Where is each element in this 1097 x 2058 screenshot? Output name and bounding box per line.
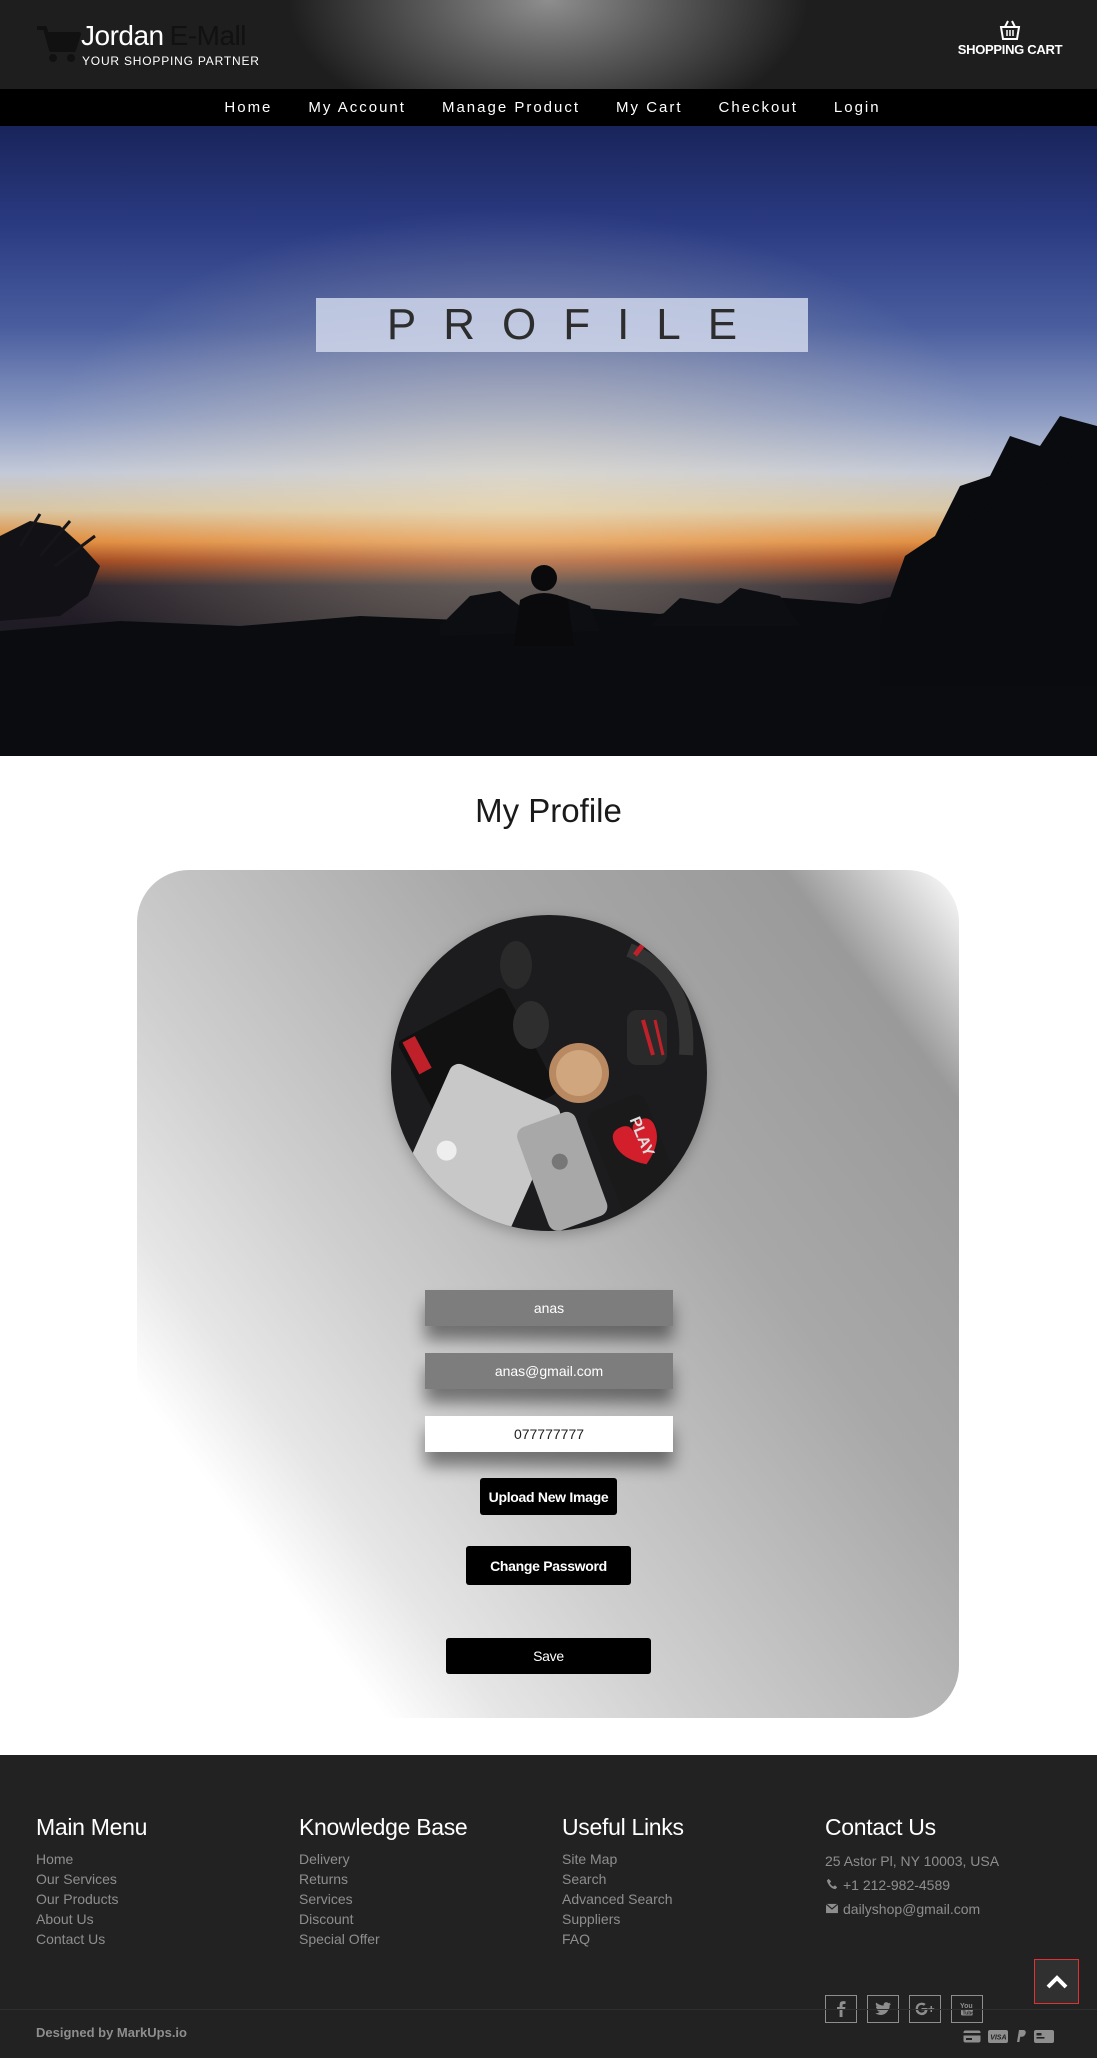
footer-link-site-map[interactable]: Site Map	[562, 1849, 684, 1869]
designed-by-credit[interactable]: Designed by MarkUps.io	[36, 2025, 187, 2040]
footer-knowledge-base: Knowledge Base Delivery Returns Services…	[299, 1814, 468, 1949]
hero-title: PROFILE	[386, 300, 765, 349]
footer-link-discount[interactable]: Discount	[299, 1909, 467, 1929]
contact-phone: +1 212-982-4589	[843, 1877, 951, 1893]
brand-name: Jordan E-Mall	[81, 20, 246, 52]
footer-link-our-services[interactable]: Our Services	[36, 1869, 147, 1889]
footer-link-special-offer[interactable]: Special Offer	[299, 1929, 467, 1949]
payment-icons: VISA	[963, 2029, 1054, 2043]
footer-heading: Main Menu	[36, 1814, 148, 1840]
footer-link-services[interactable]: Services	[299, 1889, 467, 1909]
nav-item-my-cart[interactable]: My Cart	[616, 99, 683, 116]
footer-main-menu: Main Menu Home Our Services Our Products…	[36, 1814, 147, 1949]
nav-item-checkout[interactable]: Checkout	[719, 99, 798, 116]
hero-banner: PROFILE	[0, 126, 1097, 756]
nav-item-login[interactable]: Login	[834, 99, 881, 116]
hero-title-box: PROFILE	[316, 298, 808, 352]
footer-link-faq[interactable]: FAQ	[562, 1929, 684, 1949]
footer-useful-links: Useful Links Site Map Search Advanced Se…	[562, 1814, 684, 1949]
footer-link-contact-us[interactable]: Contact Us	[36, 1929, 147, 1949]
brand-tagline: YOUR SHOPPING PARTNER	[82, 54, 260, 68]
scroll-to-top-button[interactable]	[1034, 1959, 1079, 2004]
footer-heading: Contact Us	[825, 1814, 936, 1840]
username-field[interactable]	[425, 1290, 673, 1326]
main-nav: Home My Account Manage Product My Cart C…	[0, 89, 1097, 126]
nav-item-manage-product[interactable]: Manage Product	[442, 99, 580, 116]
footer-link-home[interactable]: Home	[36, 1849, 147, 1869]
footer-link-advanced-search[interactable]: Advanced Search	[562, 1889, 684, 1909]
envelope-icon	[825, 1903, 839, 1914]
footer-link-returns[interactable]: Returns	[299, 1869, 467, 1889]
contact-email-line[interactable]: dailyshop@gmail.com	[825, 1897, 1075, 1921]
profile-card: PLAY Upload New Image Change Password Sa…	[137, 870, 959, 1718]
site-logo[interactable]: Jordan E-Mall YOUR SHOPPING PARTNER	[36, 18, 336, 74]
page-title: My Profile	[475, 792, 622, 829]
chevron-up-icon	[1046, 1974, 1067, 1988]
shopping-cart-link[interactable]: SHOPPING CART	[955, 20, 1065, 66]
footer-link-about-us[interactable]: About Us	[36, 1909, 147, 1929]
contact-phone-line: +1 212-982-4589	[825, 1873, 1075, 1897]
site-footer: Main Menu Home Our Services Our Products…	[0, 1755, 1097, 2058]
footer-link-suppliers[interactable]: Suppliers	[562, 1909, 684, 1929]
footer-heading: Useful Links	[562, 1814, 684, 1840]
save-button[interactable]: Save	[446, 1638, 651, 1674]
contact-address: 25 Astor Pl, NY 10003, USA	[825, 1853, 1000, 1869]
footer-link-our-products[interactable]: Our Products	[36, 1889, 147, 1909]
visa-icon: VISA	[988, 2029, 1008, 2043]
footer-link-delivery[interactable]: Delivery	[299, 1849, 467, 1869]
nav-item-my-account[interactable]: My Account	[308, 99, 406, 116]
brand-primary: Jordan	[81, 20, 164, 51]
credit-card-icon	[963, 2030, 981, 2042]
upload-image-button[interactable]: Upload New Image	[480, 1478, 617, 1515]
basket-icon	[999, 20, 1021, 40]
svg-text:VISA: VISA	[990, 2034, 1006, 2041]
footer-link-search[interactable]: Search	[562, 1869, 684, 1889]
footer-heading: Knowledge Base	[299, 1814, 468, 1840]
brand-secondary: E-Mall	[169, 20, 247, 51]
paypal-icon	[1017, 2030, 1026, 2042]
footer-divider	[0, 2009, 1097, 2010]
profile-avatar[interactable]: PLAY	[391, 915, 707, 1231]
change-password-button[interactable]: Change Password	[466, 1546, 631, 1585]
nav-list: Home My Account Manage Product My Cart C…	[0, 89, 1097, 126]
hero-landscape-image	[0, 126, 1097, 756]
phone-icon	[826, 1878, 838, 1890]
contact-email[interactable]: dailyshop@gmail.com	[843, 1901, 980, 1917]
avatar-image: PLAY	[391, 915, 707, 1231]
phone-field[interactable]	[425, 1416, 673, 1452]
svg-text:Tube: Tube	[963, 2011, 975, 2017]
shopping-cart-label: SHOPPING CART	[957, 42, 1063, 57]
card-icon	[1034, 2029, 1054, 2043]
shopping-cart-icon	[37, 26, 81, 62]
nav-item-home[interactable]: Home	[224, 99, 272, 116]
site-header: Jordan E-Mall YOUR SHOPPING PARTNER SHOPP…	[0, 0, 1097, 89]
email-field[interactable]	[425, 1353, 673, 1389]
